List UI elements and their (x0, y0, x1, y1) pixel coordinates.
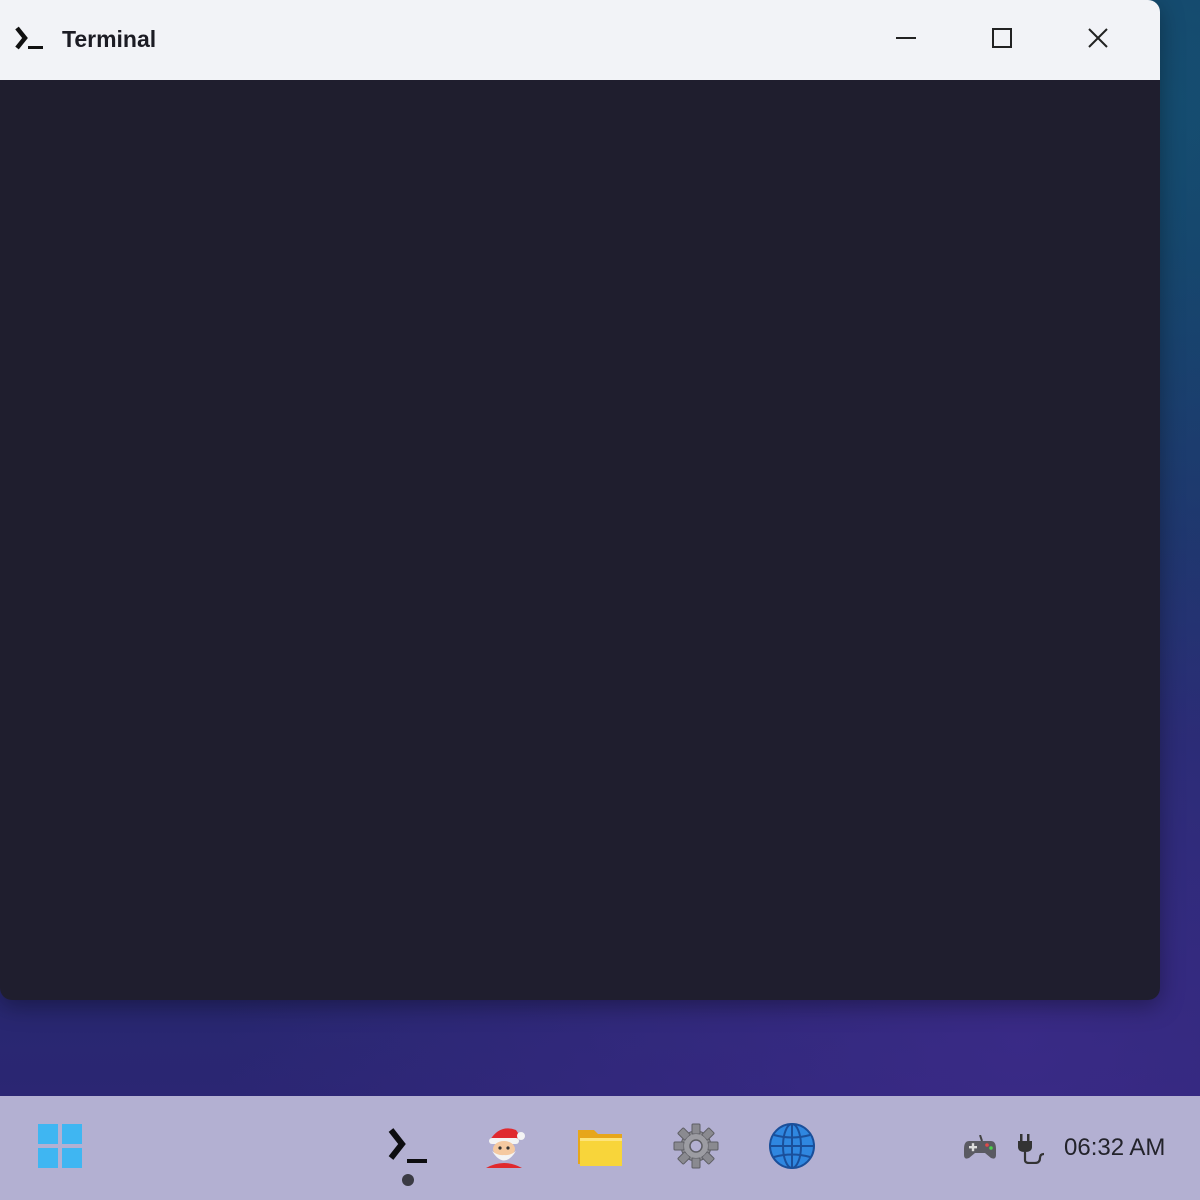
terminal-window[interactable]: Terminal (0, 0, 1160, 1000)
taskbar-terminal-button[interactable] (380, 1120, 436, 1176)
minimize-icon (894, 26, 918, 55)
window-title: Terminal (62, 26, 157, 52)
minimize-button[interactable] (878, 20, 934, 60)
close-icon (1086, 26, 1110, 55)
terminal-icon (386, 1126, 430, 1171)
tray-power-button[interactable] (1014, 1132, 1050, 1168)
maximize-icon (990, 26, 1014, 55)
power-plug-icon (1016, 1132, 1048, 1169)
start-button[interactable] (32, 1120, 88, 1176)
taskbar-browser-button[interactable] (764, 1120, 820, 1176)
taskbar-files-button[interactable] (572, 1120, 628, 1176)
taskbar-settings-button[interactable] (668, 1120, 724, 1176)
terminal-icon (14, 24, 46, 54)
maximize-button[interactable] (974, 20, 1030, 60)
close-button[interactable] (1070, 20, 1126, 60)
gear-icon (672, 1122, 720, 1175)
taskbar-clock[interactable]: 06:32 AM (1064, 1134, 1165, 1162)
window-titlebar[interactable]: Terminal (0, 0, 1160, 80)
terminal-content-area[interactable] (0, 80, 1160, 1000)
windows-start-icon (37, 1123, 83, 1174)
tray-gamepad-button[interactable] (962, 1132, 998, 1168)
globe-icon (768, 1122, 816, 1175)
taskbar-santa-button[interactable] (476, 1120, 532, 1176)
gamepad-icon (963, 1134, 997, 1166)
active-app-indicator (402, 1174, 414, 1186)
santa-claus-icon (480, 1122, 528, 1175)
folder-icon (576, 1124, 624, 1173)
